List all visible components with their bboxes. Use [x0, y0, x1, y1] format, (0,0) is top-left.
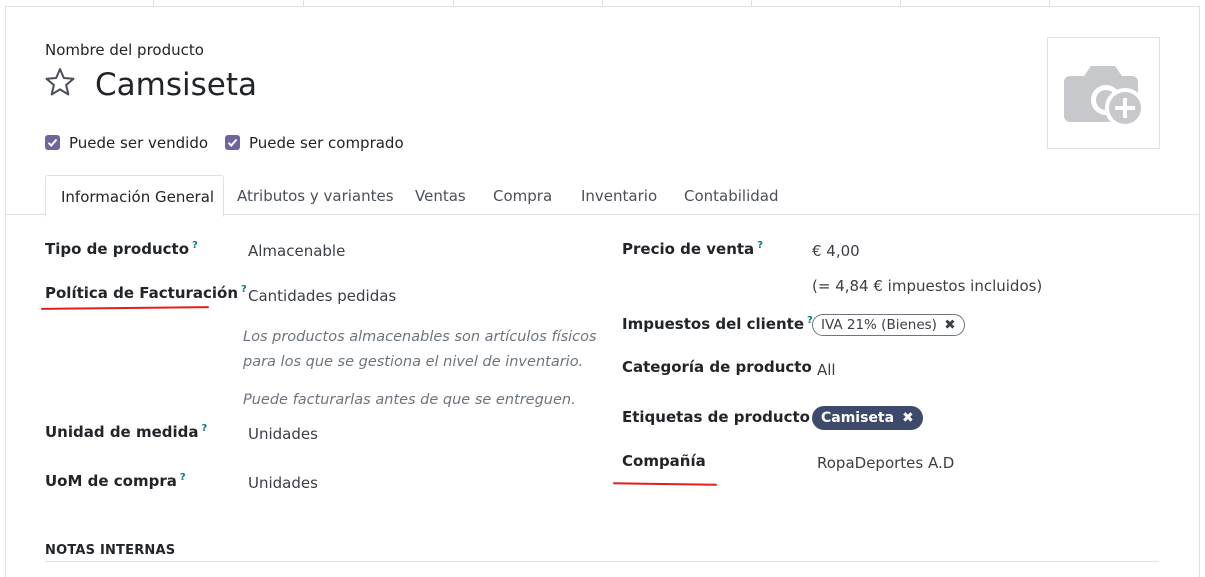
tax-included-text: (= 4,84 € impuestos incluidos) [812, 277, 1043, 295]
storable-note-line-1: Los productos almacenables son artículos… [243, 329, 597, 345]
can-be-sold-label[interactable]: Puede ser vendido [69, 134, 208, 152]
tab-compra[interactable]: Compra [493, 187, 552, 205]
product-tag[interactable]: Camiseta ✖ [812, 406, 923, 430]
category-label: Categoría de producto [622, 358, 812, 376]
remove-tag-icon[interactable]: ✖ [902, 410, 914, 426]
tax-tag[interactable]: IVA 21% (Bienes) ✖ [812, 314, 965, 336]
help-icon[interactable]: ? [202, 423, 208, 434]
company-value[interactable]: RopaDeportes A.D [817, 454, 954, 472]
product-image-field[interactable] [1047, 37, 1160, 149]
invoice-policy-label: Política de Facturación? [45, 284, 247, 302]
invoice-policy-value[interactable]: Cantidades pedidas [248, 287, 396, 305]
help-icon[interactable]: ? [180, 472, 186, 483]
storable-note-line-2: para los que se gestiona el nivel de inv… [243, 354, 584, 370]
product-type-value[interactable]: Almacenable [248, 242, 345, 260]
help-icon[interactable]: ? [241, 284, 247, 295]
help-icon[interactable]: ? [192, 240, 198, 251]
can-be-purchased-checkbox[interactable] [225, 135, 240, 150]
sales-price-label: Precio de venta? [622, 240, 763, 258]
tab-ventas[interactable]: Ventas [415, 187, 466, 205]
tab-label: Información General [61, 188, 215, 206]
can-be-purchased-label[interactable]: Puede ser comprado [249, 134, 404, 152]
sales-price-value[interactable]: € 4,00 [812, 242, 860, 260]
tab-inventario[interactable]: Inventario [581, 187, 657, 205]
internal-notes-heading: NOTAS INTERNAS [45, 543, 176, 558]
product-type-label: Tipo de producto? [45, 240, 198, 258]
invoice-note: Puede facturarlas antes de que se entreg… [243, 392, 576, 408]
product-name-input[interactable]: Camsiseta [95, 66, 257, 104]
tax-tag-label: IVA 21% (Bienes) [821, 317, 937, 333]
product-tag-label: Camiseta [821, 410, 895, 426]
purchase-uom-label: UoM de compra? [45, 472, 186, 490]
help-icon[interactable]: ? [757, 240, 763, 251]
can-be-sold-checkbox[interactable] [45, 135, 60, 150]
product-name-label: Nombre del producto [45, 41, 204, 59]
tab-informacion-general[interactable]: Información General [45, 175, 224, 217]
camera-plus-icon [1064, 66, 1145, 128]
company-label: Compañía [622, 452, 706, 470]
uom-value[interactable]: Unidades [248, 425, 318, 443]
tab-atributos-variantes[interactable]: Atributos y variantes [237, 187, 394, 205]
remove-tag-icon[interactable]: ✖ [944, 317, 955, 333]
product-tags-label: Etiquetas de producto [622, 408, 810, 426]
star-outline-icon[interactable] [44, 66, 76, 98]
section-divider [45, 561, 1159, 562]
purchase-uom-value[interactable]: Unidades [248, 474, 318, 492]
tab-contabilidad[interactable]: Contabilidad [684, 187, 779, 205]
customer-taxes-label: Impuestos del cliente? [622, 315, 813, 333]
category-value[interactable]: All [817, 361, 836, 379]
uom-label: Unidad de medida? [45, 423, 208, 441]
